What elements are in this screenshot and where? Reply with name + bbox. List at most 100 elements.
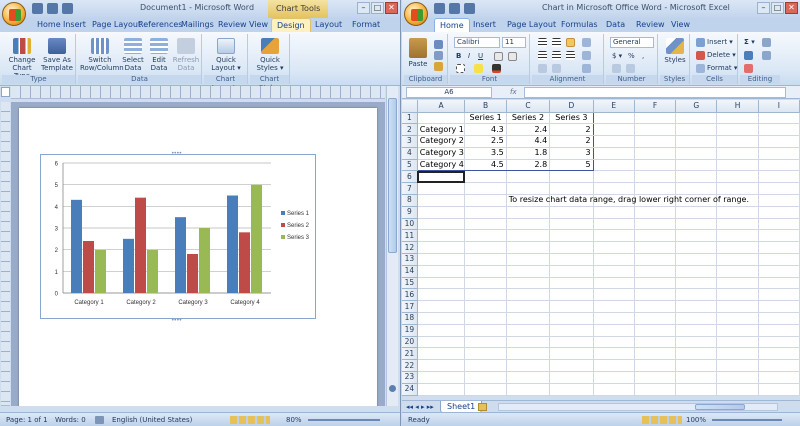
row-header[interactable]: 3 [402, 135, 418, 148]
cut-icon[interactable] [434, 40, 443, 49]
fill-color-icon[interactable] [474, 64, 483, 73]
cell[interactable] [417, 300, 466, 314]
cell[interactable] [417, 336, 466, 349]
cell[interactable] [417, 206, 466, 219]
cell[interactable]: 2 [549, 135, 594, 148]
cell[interactable] [549, 383, 594, 396]
select-data-button[interactable]: Select Data [120, 38, 146, 72]
cell[interactable] [593, 253, 635, 266]
cell[interactable] [593, 336, 635, 349]
word-vertical-scrollbar[interactable] [386, 86, 398, 406]
cell[interactable] [758, 300, 800, 314]
resize-handle-top[interactable]: •••• [171, 150, 182, 157]
align-left-icon[interactable] [538, 51, 547, 60]
cell[interactable] [634, 241, 677, 255]
redo-icon[interactable] [62, 3, 73, 14]
cell[interactable] [506, 288, 551, 302]
font-color-icon[interactable] [492, 64, 501, 73]
cell[interactable] [593, 159, 635, 172]
cell[interactable] [716, 241, 759, 255]
orientation-icon[interactable] [582, 38, 591, 47]
cell[interactable] [716, 312, 759, 325]
row-header[interactable]: 5 [402, 159, 418, 172]
insert-function-button[interactable]: fx [510, 87, 517, 97]
cell[interactable] [716, 336, 759, 349]
cell[interactable] [758, 253, 800, 266]
cell[interactable] [716, 347, 759, 361]
office-button[interactable] [404, 2, 428, 26]
cell[interactable] [417, 112, 466, 125]
sort-filter-icon[interactable] [762, 38, 771, 47]
cell[interactable] [634, 182, 677, 196]
row-header[interactable]: 23 [402, 371, 418, 384]
cell[interactable] [675, 253, 718, 266]
cell[interactable] [506, 324, 551, 337]
cell[interactable] [417, 229, 466, 243]
cell[interactable]: 2.5 [464, 135, 507, 148]
cell[interactable] [464, 253, 507, 266]
cell[interactable] [549, 241, 594, 255]
cell[interactable] [675, 277, 718, 290]
cell[interactable] [549, 182, 594, 196]
row-header[interactable]: 18 [402, 312, 418, 325]
cell[interactable] [464, 300, 507, 314]
cell[interactable] [675, 218, 718, 231]
cell[interactable] [675, 324, 718, 337]
cell[interactable] [675, 182, 718, 196]
decrease-decimal-icon[interactable] [626, 64, 635, 73]
cell[interactable] [417, 182, 466, 196]
cell[interactable] [593, 147, 635, 160]
scroll-thumb[interactable] [388, 98, 397, 253]
cell[interactable] [464, 312, 507, 325]
cell[interactable] [506, 300, 551, 314]
cell[interactable] [464, 194, 507, 207]
row-header[interactable]: 10 [402, 218, 418, 231]
maximize-button[interactable]: □ [771, 2, 784, 14]
cell[interactable] [758, 206, 800, 219]
column-header[interactable]: B [464, 100, 507, 113]
close-button[interactable]: ✕ [385, 2, 398, 14]
cell[interactable] [464, 182, 507, 196]
column-header[interactable]: A [417, 100, 466, 113]
document-page[interactable]: •••• •••• 0 1 2 3 4 5 6 Category 1 Category 2 Cat… [19, 108, 377, 406]
cell[interactable]: 5 [549, 159, 594, 172]
cell[interactable] [716, 135, 759, 148]
cell[interactable] [634, 147, 677, 160]
cell[interactable] [549, 312, 594, 325]
cell[interactable] [506, 359, 551, 373]
underline-button[interactable]: U [478, 51, 483, 61]
cell[interactable] [464, 324, 507, 337]
cell[interactable] [464, 277, 507, 290]
copy-icon[interactable] [434, 51, 443, 60]
cell[interactable] [716, 170, 759, 184]
cell[interactable]: 1.8 [506, 147, 551, 160]
cell[interactable] [634, 312, 677, 325]
cell[interactable] [758, 383, 800, 396]
resize-handle-bottom[interactable]: •••• [171, 317, 182, 324]
cell[interactable] [506, 206, 551, 219]
merge-center-icon[interactable] [582, 64, 591, 73]
cell[interactable] [634, 112, 677, 125]
row-header[interactable]: 15 [402, 277, 418, 290]
tab-page-layout[interactable]: Page Layout [502, 18, 561, 32]
cell[interactable] [464, 359, 507, 373]
cell[interactable] [758, 241, 800, 255]
h-scroll-thumb[interactable] [695, 404, 745, 410]
insert-cells-button[interactable]: Insert ▾ [696, 37, 733, 47]
cell[interactable]: Series 2 [506, 112, 551, 125]
cell[interactable] [675, 300, 718, 314]
font-grow-icon[interactable] [494, 52, 503, 61]
bold-button[interactable]: B [456, 51, 461, 61]
worksheet-grid[interactable]: A B C D E F G H I 1 Series 1 Series 2 Series 3 2 Categ… [402, 100, 800, 396]
tab-format[interactable]: Format [347, 18, 385, 32]
cell[interactable] [634, 123, 677, 137]
cell[interactable] [506, 336, 551, 349]
align-bottom-icon[interactable] [566, 38, 575, 47]
cell[interactable]: 2 [549, 123, 594, 137]
column-header[interactable]: E [593, 100, 635, 113]
word-count[interactable]: Words: 0 [55, 416, 86, 424]
formula-input[interactable] [524, 87, 786, 98]
delete-cells-button[interactable]: Delete ▾ [696, 50, 736, 60]
row-header[interactable]: 8 [402, 194, 418, 207]
cell[interactable] [593, 182, 635, 196]
